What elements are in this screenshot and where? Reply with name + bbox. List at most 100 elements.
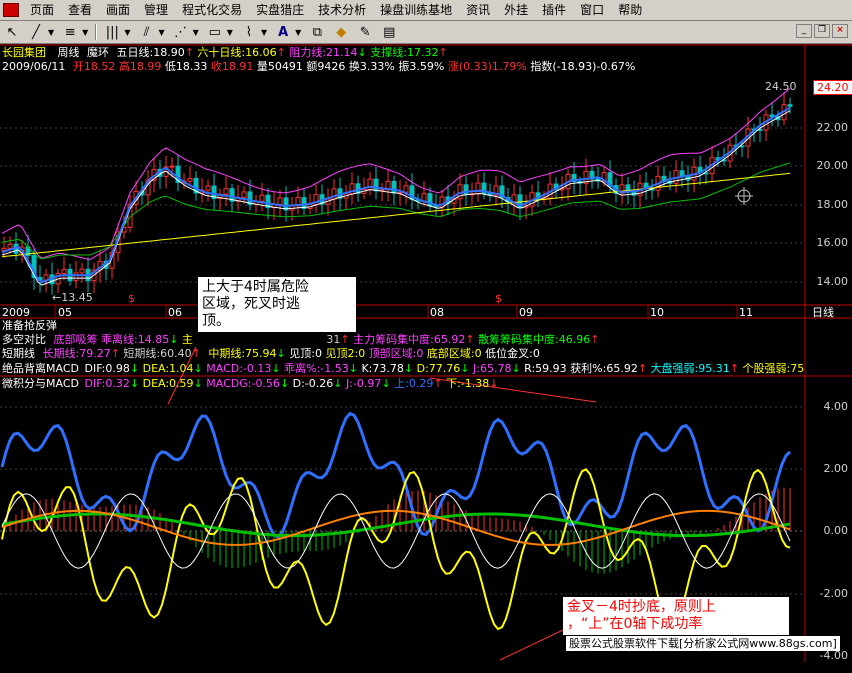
candle-body — [61, 268, 67, 274]
candle-body — [259, 194, 265, 202]
note-line: 顶。 — [202, 313, 230, 329]
row-value: D:77.76 — [416, 362, 461, 375]
amplitude-value: 振3.59% — [398, 60, 445, 73]
candle-body — [475, 182, 481, 195]
row-value: J:-0.97 — [346, 377, 382, 390]
indicator-row-4: 绝品背离MACD DIF:0.98↓ DEA:1.04↓ MACD:-0.13↓… — [2, 362, 805, 375]
row-value: 见顶2:0 — [325, 347, 366, 360]
row-value: MACD:-0.13 — [206, 362, 272, 375]
osc-axis-label: -2.00 — [819, 587, 848, 600]
row-value: 31 — [326, 333, 341, 346]
candle-body — [79, 268, 85, 274]
change-value: 涨(0.33)1.79% — [447, 60, 527, 73]
crosshair-icon — [735, 187, 753, 205]
row-value: 乖离线:14.85 — [101, 333, 170, 346]
row-value: J:65.78 — [473, 362, 512, 375]
time-axis-label: 08 — [430, 306, 444, 319]
candle-body — [205, 185, 211, 191]
open-price: 开18.52 — [72, 60, 116, 73]
trend-band — [1, 106, 791, 284]
candle-body — [787, 104, 793, 107]
buy-signal-icon: $ — [128, 292, 135, 305]
row-value: 上:0.29 — [394, 377, 434, 390]
price-axis-label: 14.00 — [816, 275, 849, 288]
row-value: 底部吸筹 — [53, 333, 98, 346]
indicator-row-5: 微积分与MACD DIF:0.32↓ DEA:0.59↓ MACDG:-0.56… — [2, 377, 499, 390]
row-value: DEA:0.59 — [142, 377, 194, 390]
candle-body — [403, 185, 409, 193]
row-value: 主 — [181, 333, 193, 346]
time-axis-label: 11 — [739, 306, 753, 319]
row-value: DIF:0.32 — [84, 377, 130, 390]
time-axis-label: 05 — [58, 306, 72, 319]
row-label: 绝品背离MACD — [2, 362, 79, 375]
index-change: 指数(-18.93)-0.67% — [530, 60, 636, 73]
osc-axis-label: 4.00 — [823, 400, 849, 413]
row-value: MACDG:-0.56 — [206, 377, 280, 390]
support-value: 支撑线:17.32 — [370, 46, 439, 59]
candle-body — [73, 272, 79, 282]
top-annotation-note: 上大于4时属危险 区域，死叉时逃 顶。 — [198, 277, 356, 332]
buy-signal-icon: $ — [495, 292, 502, 305]
row-value: 顶部区域:0 — [368, 347, 424, 360]
low-marker: ←13.45 — [52, 291, 93, 304]
row-value: 短期线:60.40 — [123, 347, 192, 360]
osc-axis-label: 2.00 — [823, 462, 849, 475]
close-price: 收18.91 — [210, 60, 254, 73]
row-value: 个股强弱:75 — [742, 362, 805, 375]
time-axis-label: 10 — [650, 306, 664, 319]
osc-axis-label: 0.00 — [823, 524, 849, 537]
candle-body — [391, 180, 397, 194]
row-value: 见顶:0 — [289, 347, 322, 360]
row-value: D:-0.26 — [292, 377, 334, 390]
row-value: DIF:0.98 — [84, 362, 130, 375]
price-axis-label: 16.00 — [816, 236, 849, 249]
candle-body — [277, 197, 283, 205]
row-label: 多空对比 — [2, 333, 46, 346]
row-value: K:73.78 — [361, 362, 404, 375]
price-axis-label: 18.00 — [816, 198, 849, 211]
low-price: 低18.33 — [164, 60, 208, 73]
candle-body — [373, 178, 379, 192]
row-value: 下:-1.38 — [446, 377, 490, 390]
stock-name[interactable]: 长园集团 — [2, 46, 46, 59]
last-price-tag: 24.20 — [813, 80, 852, 95]
period-switch[interactable]: 日线 — [812, 306, 834, 319]
period-label[interactable]: 周线 — [58, 46, 80, 59]
row-label: 短期线 — [2, 347, 35, 360]
row-value: R:59.93 — [524, 362, 567, 375]
resistance-value: 阻力线:21.14 — [289, 46, 358, 59]
volume-value: 量50491 — [256, 60, 303, 73]
price-axis-label: 20.00 — [816, 159, 849, 172]
candle-body — [7, 243, 13, 249]
indicator-row-2: 多空对比 底部吸筹 乖离线:14.85↓ 主 31↑ 主力筹码集中度:65.92… — [2, 333, 600, 346]
indicator-row-3: 短期线 长期线:79.27↑ 短期线:60.40↑ 中期线:75.94↓ 见顶:… — [2, 347, 540, 360]
info-row-1: 长园集团 周线 魔环 五日线:18.90↑ 六十日线:16.06↑ 阻力线:21… — [2, 46, 448, 59]
row-value: 底部区域:0 — [426, 347, 482, 360]
high-price: 高18.99 — [118, 60, 162, 73]
row-value: 获利%:65.92 — [570, 362, 638, 375]
indicator-label: 魔环 — [87, 46, 109, 59]
row-value: 长期线:79.27 — [42, 347, 111, 360]
ma60-value: 六十日线:16.06 — [197, 46, 277, 59]
candle-body — [223, 188, 229, 195]
time-axis-label: 2009 — [2, 306, 30, 319]
bottom-annotation-note: 金叉－4时抄底，原则上 ，“上”在0轴下成功率 — [563, 597, 789, 635]
row-value: 主力筹码集中度:65.92 — [353, 333, 466, 346]
candle-body — [241, 191, 247, 199]
bar-date: 2009/06/11 — [2, 60, 66, 73]
note-line: 区域，死叉时逃 — [202, 296, 300, 312]
ma5-line — [1, 110, 791, 286]
row-value: 乖离%:-1.53 — [284, 362, 349, 375]
row-value: 散筹筹码集中度:46.96 — [478, 333, 591, 346]
watermark: 股票公式股票软件下载[分析家公式网www.88gs.com] — [566, 636, 840, 651]
row-value: 大盘强弱:95.31 — [650, 362, 730, 375]
row-value: 低位金叉:0 — [485, 347, 540, 360]
amount-value: 额9426 — [306, 60, 346, 73]
info-row-2: 2009/06/11 开18.52 高18.99 低18.33 收18.91 量… — [2, 60, 635, 73]
signal-row-title: 准备抢反弹 — [2, 319, 57, 332]
note-line: ，“上”在0轴下成功率 — [567, 616, 703, 632]
note-line: 金叉－4时抄底，原则上 — [567, 599, 716, 615]
time-axis-label: 09 — [519, 306, 533, 319]
price-axis-label: 22.00 — [816, 121, 849, 134]
